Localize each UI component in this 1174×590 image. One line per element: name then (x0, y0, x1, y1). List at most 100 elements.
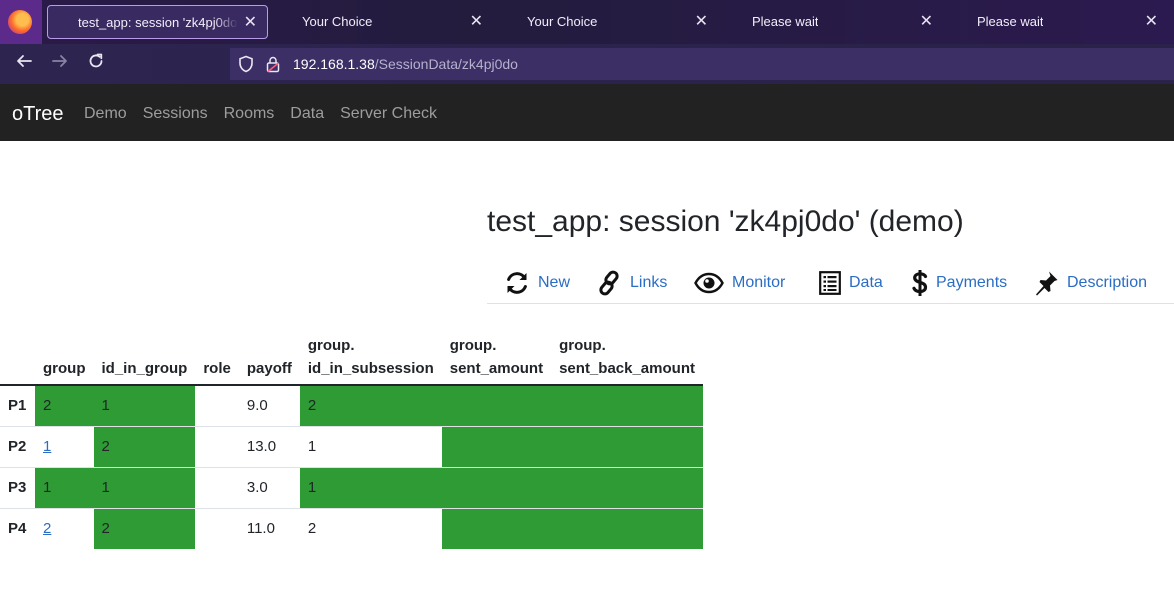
row-label: P2 (0, 425, 35, 467)
lock-icon[interactable] (266, 55, 280, 73)
page-title: test_app: session 'zk4pj0do' (demo) (487, 205, 964, 238)
brand-logo[interactable]: oTree (12, 84, 64, 144)
address-bar[interactable]: 192.168.1.38/SessionData/zk4pj0do (230, 48, 1174, 80)
url-text: 192.168.1.38/SessionData/zk4pj0do (293, 48, 518, 80)
link-icon (599, 270, 619, 296)
cell-role (195, 425, 239, 467)
session-action-tabs: New Links Monitor Data Payments Descript… (487, 264, 1174, 304)
table-row: P1 2 1 9.0 2 (0, 384, 703, 426)
firefox-logo-icon (8, 10, 32, 34)
tab-label: Your Choice (527, 14, 598, 29)
nav-link-rooms[interactable]: Rooms (224, 84, 275, 144)
list-icon (819, 271, 841, 295)
browser-tab-active[interactable]: test_app: session 'zk4pj0do' (demo) ✕ (47, 5, 268, 39)
cell-sent-back-amount (551, 425, 703, 467)
browser-tab[interactable]: Please wait ✕ (947, 5, 1168, 39)
browser-tab[interactable]: Your Choice ✕ (272, 5, 493, 39)
col-header-group-sent-back-amount: group. sent_back_amount (551, 330, 703, 386)
row-label: P3 (0, 466, 35, 508)
cell-payoff: 11.0 (238, 507, 300, 549)
browser-nav-bar: 192.168.1.38/SessionData/zk4pj0do (0, 44, 1174, 84)
cell-group: 1 (35, 425, 94, 467)
cell-id-in-group: 2 (93, 507, 196, 549)
browser-tab-bar: test_app: session 'zk4pj0do' (demo) ✕ Yo… (0, 0, 1174, 44)
tab-label: Please wait (977, 14, 1044, 29)
browser-tab[interactable]: Your Choice ✕ (497, 5, 718, 39)
tab-links-label: Links (630, 274, 668, 291)
refresh-icon (507, 272, 527, 294)
tab-label: Please wait (752, 14, 819, 29)
col-header-group-sent-amount: group. sent_amount (441, 330, 552, 386)
col-header-group-id-in-subsession: group. id_in_subsession (299, 330, 442, 386)
cell-role (195, 507, 239, 549)
row-label: P4 (0, 507, 35, 549)
cell-id-in-subsession: 2 (299, 384, 442, 426)
col-header-id-in-group: id_in_group (93, 330, 196, 386)
cell-payoff: 3.0 (238, 466, 300, 508)
col-header-role: role (195, 330, 239, 386)
cell-group: 2 (35, 507, 94, 549)
group-link[interactable]: 2 (43, 520, 51, 537)
row-label: P1 (0, 384, 35, 426)
tab-new[interactable]: New (504, 268, 570, 298)
cell-sent-amount (441, 425, 552, 467)
col-header-payoff: payoff (238, 330, 300, 386)
corner-header (0, 330, 35, 386)
tab-payments[interactable]: Payments (912, 268, 1007, 298)
close-icon[interactable]: ✕ (920, 5, 933, 39)
close-icon[interactable]: ✕ (470, 5, 483, 39)
firefox-menu[interactable] (0, 0, 42, 44)
cell-sent-back-amount (551, 507, 703, 549)
table-row: P4 2 2 11.0 2 (0, 507, 703, 549)
cell-role (195, 466, 239, 508)
dollar-icon (912, 270, 928, 296)
reload-icon[interactable] (82, 50, 110, 78)
tab-payments-label: Payments (936, 274, 1008, 291)
cell-id-in-subsession: 2 (299, 507, 442, 549)
cell-payoff: 13.0 (238, 425, 300, 467)
cell-id-in-subsession: 1 (299, 466, 442, 508)
nav-link-sessions[interactable]: Sessions (143, 84, 208, 144)
cell-sent-amount (441, 507, 552, 549)
close-icon[interactable]: ✕ (1145, 5, 1158, 39)
nav-link-data[interactable]: Data (290, 84, 324, 144)
back-arrow-icon[interactable] (10, 50, 38, 78)
cell-sent-amount (441, 384, 552, 426)
tab-data[interactable]: Data (819, 268, 883, 298)
forward-arrow-icon[interactable] (46, 50, 74, 78)
tab-label: Your Choice (302, 14, 373, 29)
col-header-group: group (35, 330, 94, 386)
pin-icon (1036, 271, 1058, 296)
shield-icon[interactable] (238, 55, 254, 73)
nav-link-demo[interactable]: Demo (84, 84, 127, 144)
nav-links: Demo Sessions Rooms Data Server Check (84, 84, 437, 144)
nav-link-server-check[interactable]: Server Check (340, 84, 437, 144)
tab-monitor[interactable]: Monitor (694, 268, 785, 298)
cell-id-in-group: 1 (93, 384, 196, 426)
tab-new-label: New (538, 274, 571, 291)
cell-id-in-group: 2 (93, 425, 196, 467)
session-data-table: group id_in_group role payoff group. id_i… (0, 330, 703, 549)
close-icon[interactable]: ✕ (695, 5, 708, 39)
url-path: /SessionData/zk4pj0do (374, 56, 518, 72)
cell-role (195, 384, 239, 426)
tab-monitor-label: Monitor (732, 274, 786, 291)
close-icon[interactable]: ✕ (244, 6, 257, 40)
cell-payoff: 9.0 (238, 384, 300, 426)
tab-description-label: Description (1067, 274, 1148, 291)
cell-sent-back-amount (551, 466, 703, 508)
tab-description[interactable]: Description (1035, 268, 1147, 298)
cell-group: 2 (35, 384, 94, 426)
eye-icon (694, 272, 724, 294)
cell-group: 1 (35, 466, 94, 508)
table-row: P3 1 1 3.0 1 (0, 466, 703, 508)
cell-sent-amount (441, 466, 552, 508)
url-host: 192.168.1.38 (293, 56, 375, 72)
cell-id-in-subsession: 1 (299, 425, 442, 467)
browser-tab[interactable]: Please wait ✕ (722, 5, 943, 39)
tab-links[interactable]: Links (598, 268, 667, 298)
group-link[interactable]: 1 (43, 438, 51, 455)
cell-sent-back-amount (551, 384, 703, 426)
tab-label: test_app: session 'zk4pj0do' (demo) (78, 15, 238, 30)
otree-navbar: oTree Demo Sessions Rooms Data Server Ch… (0, 84, 1174, 141)
